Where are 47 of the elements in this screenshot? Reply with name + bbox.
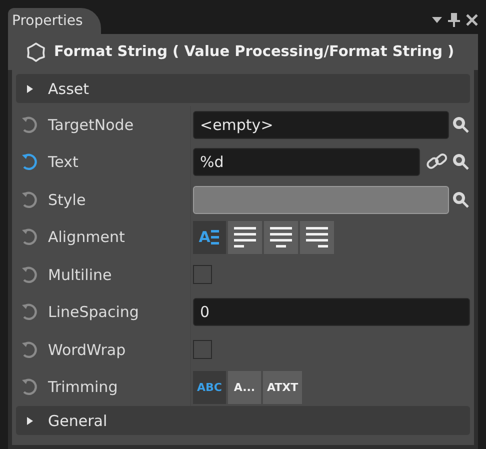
property-label: WordWrap [48,340,126,359]
style-field[interactable] [193,186,449,214]
alignment-option[interactable] [300,220,334,254]
alignment-option[interactable] [264,220,298,254]
property-label: Style [48,190,86,209]
expand-icon[interactable] [26,416,34,426]
property-label: TargetNode [48,116,134,134]
property-label: Trimming [48,378,118,396]
section-header[interactable]: Asset [16,74,470,103]
section-label: Asset [48,80,90,98]
reset-icon[interactable] [20,227,40,248]
panel-tab[interactable]: Properties [8,8,101,34]
reset-icon[interactable] [20,114,40,135]
panel-title: Format String ( Value Processing/Format String ) [54,44,454,60]
target-node-field[interactable]: <empty> [193,110,449,139]
alignment-option[interactable] [228,220,262,254]
trimming-option[interactable]: ATXT [263,370,302,404]
align-right-icon [304,224,330,250]
pin-icon[interactable] [448,13,460,27]
line-spacing-field[interactable]: 0 [193,298,470,326]
alignment-option[interactable]: A [193,220,226,254]
expand-icon[interactable] [26,84,34,94]
reset-icon[interactable] [20,152,40,172]
checkbox[interactable] [193,340,212,360]
dropdown-icon[interactable] [432,16,442,24]
search-icon[interactable] [452,190,470,209]
align-left-icon [232,224,258,250]
property-label: Text [48,153,78,172]
trimming-option[interactable]: A... [228,370,261,404]
reset-icon[interactable] [20,302,40,322]
close-icon[interactable] [466,14,478,26]
search-icon[interactable] [452,153,470,172]
align-center-icon [268,224,294,250]
section-label: General [48,412,108,430]
search-icon[interactable] [452,116,470,134]
section-header[interactable]: General [16,406,470,435]
property-label: Multiline [48,266,112,284]
reset-icon[interactable] [20,340,40,360]
property-label: LineSpacing [48,303,139,322]
text-field[interactable]: %d [193,148,420,176]
alignment-glyph: A [198,230,210,245]
trimming-option[interactable]: ABC [193,370,226,404]
reset-icon[interactable] [20,264,40,285]
reset-icon[interactable] [20,190,40,210]
checkbox[interactable] [193,265,212,284]
reset-icon[interactable] [20,377,40,398]
property-label: Alignment [48,228,125,246]
